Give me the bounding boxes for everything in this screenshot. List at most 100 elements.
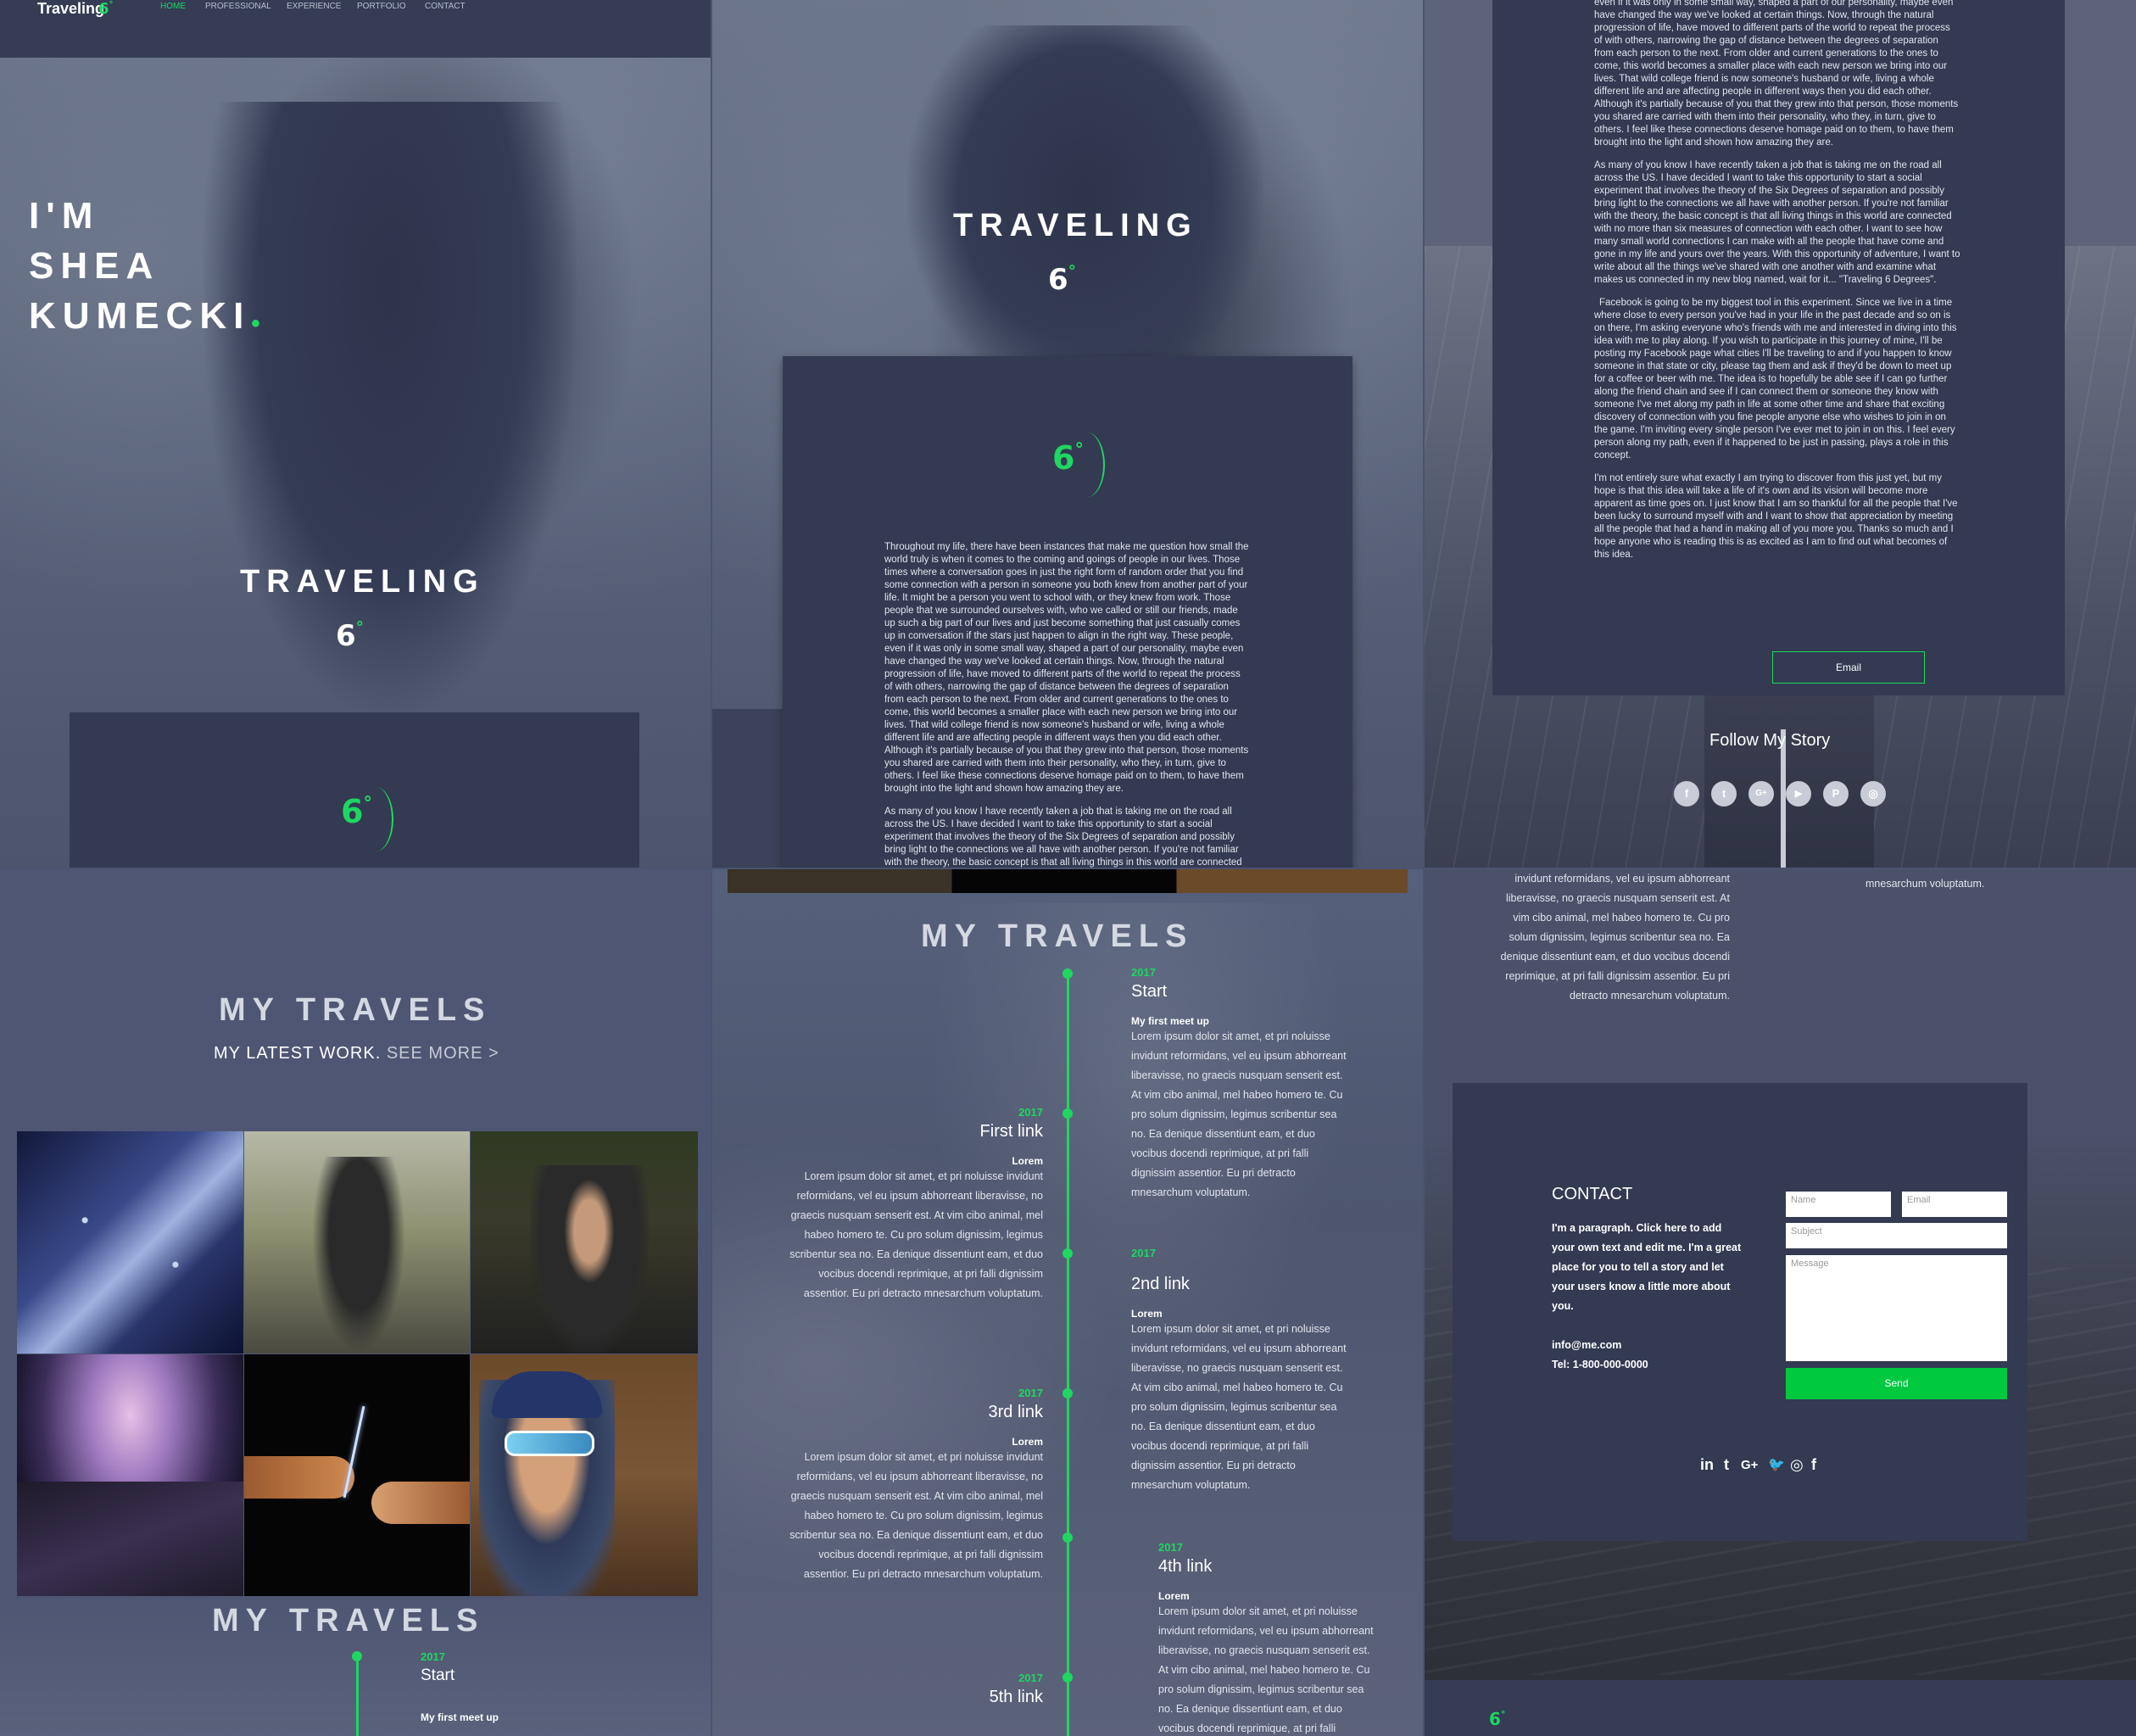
- contact-card: CONTACT I'm a paragraph. Click here to a…: [1453, 1083, 2027, 1541]
- about-title: TRAVELING: [953, 208, 1198, 243]
- see-more-link[interactable]: SEE MORE >: [387, 1044, 499, 1063]
- timeline-title-mini: Start: [421, 1666, 455, 1684]
- gallery-galaxy-image[interactable]: [17, 1354, 243, 1596]
- instagram-icon-footer[interactable]: ◎: [1790, 1456, 1804, 1474]
- gallery-mountain-shape: [17, 1482, 243, 1596]
- about-paragraph-1-tail: even if it was only in some small way, s…: [1594, 0, 1959, 148]
- send-button-label: Send: [1884, 1377, 1909, 1389]
- timeline-dot-1: [1062, 1108, 1073, 1119]
- entry-start-year: 2017: [1131, 966, 1156, 979]
- google-plus-icon[interactable]: G+: [1748, 781, 1774, 807]
- about-logo-arc: [1069, 433, 1105, 497]
- email-button[interactable]: Email: [1772, 651, 1925, 684]
- twitter-icon-footer[interactable]: 🐦: [1768, 1456, 1785, 1473]
- entry-3rd-text: Lorem ipsum dolor sit amet, et pri nolui…: [789, 1451, 1043, 1580]
- follow-title: Follow My Story: [1709, 731, 1831, 750]
- timeline-entry-5th-link: 2017 5th link: [789, 1672, 1043, 1707]
- nav-experience[interactable]: EXPERIENCE: [287, 2, 341, 11]
- entry-start-sub: My first meet up: [1131, 1015, 1210, 1027]
- entry-2nd-year: 2017: [1131, 1247, 1156, 1259]
- about-card: 6° Throughout my life, there have been i…: [783, 356, 1352, 868]
- panel-timeline: MY TRAVELS 2017 Start My first meet up L…: [712, 869, 1423, 1736]
- entry-first-text: Lorem ipsum dolor sit amet, et pri nolui…: [789, 1170, 1043, 1299]
- timeline-dot-4: [1062, 1532, 1073, 1543]
- gallery-friend-drink-image[interactable]: [471, 1131, 698, 1354]
- gallery-network-image[interactable]: [17, 1131, 243, 1354]
- timeline-sub-mini: My first meet up: [421, 1711, 499, 1723]
- facebook-icon-footer[interactable]: f: [1811, 1456, 1816, 1474]
- card-logo-arc: [358, 787, 393, 851]
- nav-portfolio[interactable]: PORTFOLIO: [357, 2, 406, 11]
- about-paragraph-3: Facebook is going to be my biggest tool …: [1594, 298, 1957, 461]
- gallery-right-hand: [371, 1482, 470, 1524]
- entry-4th-year: 2017: [1158, 1541, 1183, 1554]
- footer-logo[interactable]: 6°: [1489, 1709, 1505, 1729]
- timeline-entry-first-link: 2017 First link Lorem Lorem ipsum dolor …: [789, 1106, 1043, 1303]
- entry-start-title[interactable]: Start: [1131, 982, 1352, 1002]
- about-card-cont: even if it was only in some small way, s…: [1492, 0, 2065, 695]
- nav-professional[interactable]: PROFESSIONAL: [205, 2, 271, 11]
- entry-first-title[interactable]: First link: [789, 1122, 1043, 1142]
- entry-4th-text: Lorem ipsum dolor sit amet, et pri nolui…: [1158, 1605, 1374, 1734]
- nav-logo-mark: 6°: [98, 0, 114, 18]
- entry-first-year: 2017: [1018, 1106, 1043, 1119]
- timeline-title: MY TRAVELS: [921, 918, 1194, 954]
- google-plus-icon-footer[interactable]: G+: [1741, 1458, 1758, 1472]
- hero-line-3: KUMECKI●: [29, 295, 268, 337]
- subject-field[interactable]: Subject: [1786, 1223, 2007, 1248]
- hero-name: I'M SHEA KUMECKI●: [29, 191, 267, 349]
- name-field[interactable]: Name: [1786, 1192, 1891, 1217]
- entry-4th-title[interactable]: 4th link: [1158, 1557, 1379, 1577]
- lorem-fragment-left: invidunt reformidans, vel eu ipsum abhor…: [1500, 873, 1730, 1002]
- timeline-entry-3rd-link: 2017 3rd link Lorem Lorem ipsum dolor si…: [789, 1387, 1043, 1584]
- navbar: Traveling 6° HOME PROFESSIONAL EXPERIENC…: [0, 0, 711, 58]
- contact-paragraph: I'm a paragraph. Click here to add your …: [1552, 1222, 1742, 1312]
- entry-5th-year: 2017: [1018, 1672, 1043, 1684]
- panel-home: Traveling 6° HOME PROFESSIONAL EXPERIENC…: [0, 0, 711, 868]
- lorem-fragment-right: mnesarchum voluptatum.: [1866, 878, 1985, 890]
- gallery-hands-lightning-image[interactable]: [244, 1354, 470, 1596]
- about-paragraph-4: I'm not entirely sure what exactly I am …: [1594, 473, 1958, 560]
- entry-3rd-title[interactable]: 3rd link: [789, 1403, 1043, 1422]
- hero-line-1: I'M: [29, 195, 100, 237]
- entry-2nd-title[interactable]: 2nd link: [1131, 1275, 1352, 1294]
- timeline-entry-2nd-link: 2017 2nd link Lorem Lorem ipsum dolor si…: [1131, 1247, 1352, 1495]
- bridge-road: [1704, 695, 1874, 868]
- about-text-block: Throughout my life, there have been inst…: [884, 541, 1251, 868]
- email-field[interactable]: Email: [1902, 1192, 2007, 1217]
- footer-bar: [1425, 1680, 2136, 1736]
- send-button[interactable]: Send: [1786, 1368, 2007, 1399]
- contact-email[interactable]: info@me.com: [1552, 1339, 1621, 1351]
- gallery-shea-river-image[interactable]: [244, 1131, 470, 1354]
- youtube-icon[interactable]: ▶: [1786, 781, 1811, 807]
- tumblr-icon[interactable]: t: [1724, 1456, 1729, 1474]
- facebook-icon[interactable]: f: [1674, 781, 1699, 807]
- hero-six: 6°: [336, 619, 365, 653]
- about-side-dark: [712, 709, 784, 868]
- nav-logo[interactable]: Traveling: [37, 0, 104, 18]
- twitter-icon[interactable]: t: [1711, 781, 1737, 807]
- gallery-selfie-image[interactable]: [471, 1354, 698, 1596]
- message-field[interactable]: Message: [1786, 1255, 2007, 1361]
- entry-2nd-text: Lorem ipsum dolor sit amet, et pri nolui…: [1131, 1323, 1347, 1491]
- contact-title: CONTACT: [1552, 1185, 1633, 1203]
- entry-5th-title[interactable]: 5th link: [789, 1688, 1043, 1707]
- panel-travels: MY TRAVELS MY LATEST WORK. SEE MORE > MY…: [0, 869, 711, 1736]
- intro-card: 6°: [70, 712, 639, 868]
- travels-subtitle: MY LATEST WORK. SEE MORE >: [214, 1044, 499, 1063]
- about-text-cont: even if it was only in some small way, s…: [1594, 0, 1960, 561]
- gallery-left-hand: [244, 1456, 354, 1499]
- email-button-label: Email: [1835, 661, 1861, 673]
- nav-home[interactable]: HOME: [160, 2, 186, 11]
- entry-2nd-sub: Lorem: [1131, 1308, 1163, 1320]
- instagram-icon[interactable]: ◎: [1860, 781, 1886, 807]
- panel-about-cont: even if it was only in some small way, s…: [1425, 0, 2136, 868]
- gallery-friend-shape: [530, 1165, 649, 1354]
- timeline-dot-2: [1062, 1248, 1073, 1259]
- timeline-entry-start: 2017 Start My first meet up Lorem ipsum …: [1131, 966, 1352, 1203]
- gallery-lightning: [343, 1405, 365, 1499]
- nav-contact[interactable]: CONTACT: [425, 2, 466, 11]
- linkedin-icon[interactable]: in: [1700, 1456, 1714, 1474]
- pinterest-icon[interactable]: P: [1823, 781, 1849, 807]
- about-paragraph-2-full: As many of you know I have recently take…: [1594, 160, 1960, 285]
